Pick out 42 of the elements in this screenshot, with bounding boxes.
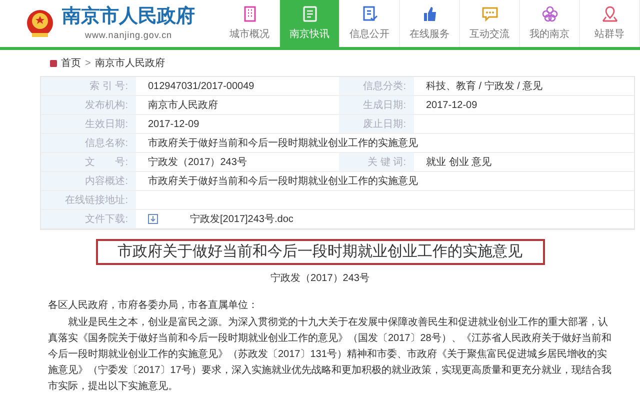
article-paragraph: 就业是民生之本，创业是富民之源。为深入贯彻党的十九大关于在发展中保障改善民生和促进就业创业工作的重大部署，认真落实《国务院关于做好当前和今后一段时期就业创业工作的意见》（国发〔2017〕28号）、《江苏省人民政府关于做好当前和今后一段时期就业创业工作的实施意见》（苏政发〔2017〕131号）精神和市委、市政府《关于聚焦富民促进城乡居民增收的实施意见》（宁委发〔2017〕17号）要求，深入实施就业优先战略和更加积极的就业政策，实现更高质量和更充分就业，现结合我市实际，提出以下实施意见。: [47, 316, 612, 394]
chat-bubble-icon: [482, 6, 498, 22]
nav-tab[interactable]: 南京快讯: [280, 0, 340, 47]
field-value: 南京市人民政府: [148, 98, 218, 112]
home-icon: [50, 60, 57, 66]
breadcrumb-link[interactable]: 首页: [61, 56, 81, 70]
field-value: 宁政发（2017）243号: [148, 156, 247, 170]
field-value: 市政府关于做好当前和今后一段时期就业创业工作的实施意见: [148, 136, 418, 150]
file-link[interactable]: 宁政发[2017]243号.doc: [190, 212, 294, 226]
flower-icon: [542, 6, 558, 22]
field-label: 信息分类:: [339, 77, 414, 95]
field-label: 废止日期:: [339, 115, 414, 133]
field-label: 生效日期:: [41, 115, 136, 133]
emblem-icon: [26, 8, 54, 38]
chevron-icon: >: [85, 56, 91, 70]
field-label: 生成日期:: [339, 96, 414, 114]
field-value: 2017-12-09: [426, 98, 478, 112]
field-label: 文 号:: [41, 153, 136, 171]
site-url: www.nanjing.gov.cn: [85, 28, 172, 42]
building-icon: [242, 6, 258, 22]
newspaper-icon: [302, 6, 318, 22]
thumbs-up-icon: [422, 6, 438, 22]
map-pin-icon: [602, 6, 618, 22]
download-icon: [148, 214, 158, 224]
field-label: 索 引 号:: [41, 77, 136, 95]
document-number: 宁政发（2017）243号: [270, 272, 370, 286]
field-value: 就业 创业 意见: [426, 156, 492, 170]
field-label: 关 键 词:: [339, 153, 414, 171]
field-label: 发布机构:: [41, 96, 136, 114]
site-title: 南京市人民政府: [62, 4, 195, 29]
field-label: 在线链接地址:: [41, 191, 136, 209]
field-label: 文件下载:: [41, 210, 136, 228]
field-value: 科技、教育 / 宁政发 / 意见: [426, 80, 543, 94]
field-label: 信息名称:: [41, 134, 136, 152]
breadcrumb-link[interactable]: 南京市人民政府: [94, 56, 165, 70]
field-value: 2017-12-09: [148, 118, 200, 132]
field-value: 012947031/2017-00049: [148, 80, 254, 94]
article-title: 市政府关于做好当前和今后一段时期就业创业工作的实施意见: [96, 239, 544, 265]
field-label: 内容概述:: [41, 172, 136, 190]
salutation: 各区人民政府，市府各委办局，市各直属单位：: [47, 298, 259, 313]
field-value: 市政府关于做好当前和今后一段时期就业创业工作的实施意见: [148, 174, 418, 188]
document-check-icon: [362, 6, 378, 22]
